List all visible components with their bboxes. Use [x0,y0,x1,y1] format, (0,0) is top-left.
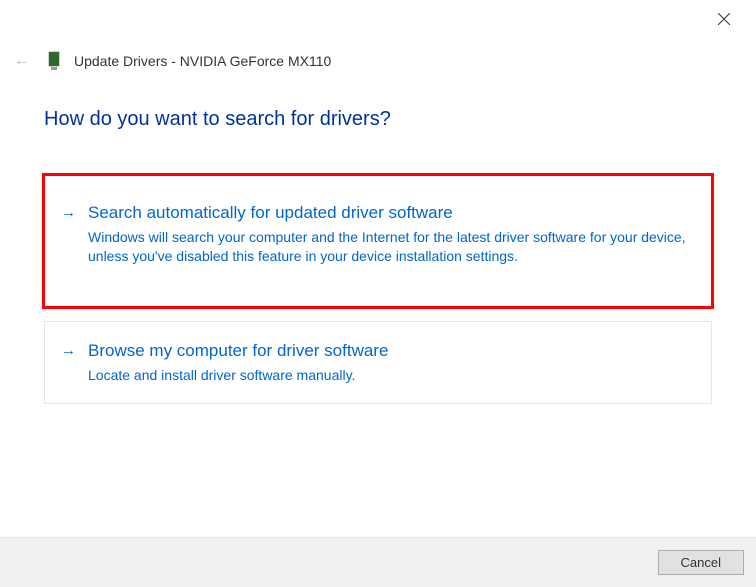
dialog-content: How do you want to search for drivers? →… [0,72,756,404]
close-icon [718,13,730,25]
option-description: Locate and install driver software manua… [88,366,693,385]
option-title: Browse my computer for driver software [88,340,693,362]
dialog-header: ← Update Drivers - NVIDIA GeForce MX110 [0,0,756,72]
options-list: → Search automatically for updated drive… [44,175,712,404]
device-icon [48,51,60,71]
arrow-right-icon: → [61,202,76,224]
close-button[interactable] [710,8,738,34]
window-title: Update Drivers - NVIDIA GeForce MX110 [74,53,331,69]
arrow-right-icon: → [61,340,76,362]
main-heading: How do you want to search for drivers? [44,108,712,131]
option-text: Search automatically for updated driver … [88,202,693,266]
option-description: Windows will search your computer and th… [88,228,693,266]
option-title: Search automatically for updated driver … [88,202,693,224]
option-text: Browse my computer for driver software L… [88,340,693,385]
option-browse-computer[interactable]: → Browse my computer for driver software… [44,321,712,404]
dialog-footer: Cancel [0,537,756,587]
cancel-button[interactable]: Cancel [658,550,744,575]
option-search-automatically[interactable]: → Search automatically for updated drive… [44,175,712,307]
back-arrow-icon[interactable]: ← [10,50,34,72]
